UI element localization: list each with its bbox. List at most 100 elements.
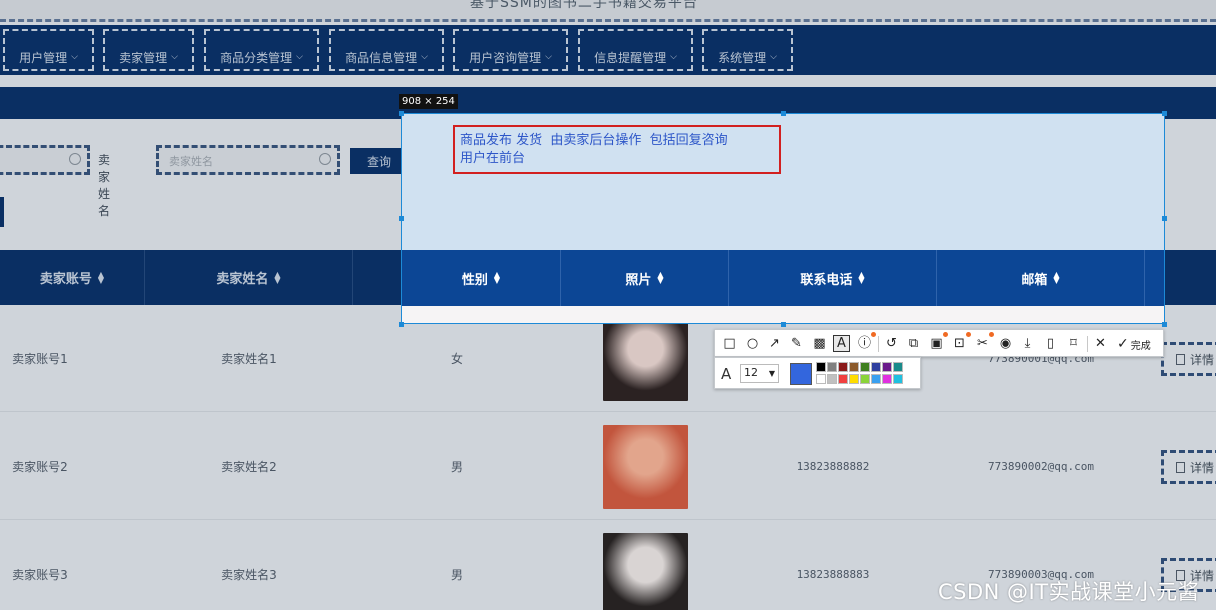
cell-photo [561,521,729,610]
resize-handle[interactable] [399,111,404,116]
search-icon [319,153,331,165]
mosaic-icon[interactable]: ▩ [811,335,828,352]
detail-button[interactable]: 详情 [1161,342,1216,376]
text-icon[interactable]: A [833,335,850,352]
nav-product-management[interactable]: 商品信息管理 ⌵ [329,29,444,71]
nav-system-management[interactable]: 系统管理 ⌵ [702,29,793,71]
resize-handle[interactable] [399,322,404,327]
col-phone[interactable]: 联系电话 ▲ ▼ [729,250,937,306]
arrow-icon[interactable]: ↗ [766,335,783,352]
new-badge [943,332,948,337]
seller-photo [602,532,688,610]
col-seller-account[interactable]: 卖家账号 ▲ ▼ [0,250,145,305]
cell-email: 773890002@qq.com [988,460,1094,473]
app-title: 基于SSM的图书二手书籍交易平台 [470,0,698,11]
cell-account: 卖家账号3 [12,568,68,582]
text-style-bar: A 12 ▼ [714,357,921,389]
nav-reminder-management[interactable]: 信息提醒管理 ⌵ [578,29,693,71]
nav-user-management[interactable]: 用户管理 ⌵ [3,29,94,71]
nav-category-management[interactable]: 商品分类管理 ⌵ [204,29,319,71]
color-swatch[interactable] [871,374,881,384]
col-seller-name[interactable]: 卖家姓名 ▲ ▼ [145,250,353,305]
seller-photo [602,316,688,401]
pin-icon[interactable]: ⧉ [905,335,922,352]
color-swatch[interactable] [827,374,837,384]
seller-name-input[interactable]: 卖家姓名 [156,145,340,175]
nav-label: 用户咨询管理 [469,50,542,65]
search-button[interactable]: 查询 [350,148,408,174]
font-icon: A [721,365,732,383]
long-screenshot-icon[interactable]: ▯ [1042,335,1059,352]
new-badge [871,332,876,337]
col-gender[interactable]: 性别 ▲ ▼ [402,250,561,306]
color-swatch[interactable] [882,374,892,384]
collapsed-button[interactable] [0,197,4,227]
seller-name-label: 卖家姓名 [98,153,111,218]
selection-table-header: 性别 ▲ ▼ 照片 ▲ ▼ 联系电话 ▲ ▼ 邮箱 ▲ ▼ [402,250,1164,306]
nav-label: 商品信息管理 [345,50,418,65]
cell-name: 卖家姓名1 [221,352,277,366]
undo-icon[interactable]: ↺ [883,335,900,352]
ocr-icon[interactable]: ▣ [928,332,948,352]
cell-photo [561,413,729,520]
done-button[interactable]: ✓ 完成 [1117,335,1151,353]
detail-button[interactable]: 详情 [1161,450,1216,484]
nav-seller-management[interactable]: 卖家管理 ⌵ [103,29,194,71]
color-swatch[interactable] [860,374,870,384]
translate-icon[interactable]: ✂ [974,332,994,352]
resize-handle[interactable] [1162,216,1167,221]
col-email[interactable]: 邮箱 ▲ ▼ [937,250,1145,306]
resize-handle[interactable] [1162,111,1167,116]
cell-gender: 男 [450,568,463,582]
new-badge [966,332,971,337]
seller-photo [602,424,688,509]
color-swatch[interactable] [871,362,881,372]
resize-handle[interactable] [1162,322,1167,327]
color-swatch[interactable] [882,362,892,372]
color-swatch[interactable] [849,362,859,372]
color-swatch[interactable] [893,374,903,384]
font-size-select[interactable]: 12 ▼ [740,364,779,383]
sort-icon: ▲ ▼ [858,270,865,285]
chevron-down-icon: ▼ [768,369,775,378]
account-search-input[interactable] [0,145,90,175]
resize-handle[interactable] [399,216,404,221]
selected-color-swatch[interactable] [790,363,812,385]
annotation-box[interactable]: 商品发布 发货 由卖家后台操作 包括回复咨询 用户在前台 [453,125,781,174]
pencil-icon[interactable]: ✎ [788,335,805,352]
chevron-down-icon: ⌵ [71,52,78,62]
close-icon[interactable]: ✕ [1092,335,1109,352]
seller-name-placeholder: 卖家姓名 [169,155,213,168]
detail-label: 详情 [1190,460,1215,475]
color-swatch[interactable] [816,362,826,372]
done-label: 完成 [1130,340,1151,352]
font-size-value: 12 [744,366,758,379]
color-swatch[interactable] [849,374,859,384]
col-photo[interactable]: 照片 ▲ ▼ [561,250,729,306]
nav-consult-management[interactable]: 用户咨询管理 ⌵ [453,29,568,71]
nav-label: 系统管理 [718,50,767,65]
color-swatch[interactable] [838,374,848,384]
bookmark-icon[interactable]: ⌑ [1065,335,1082,352]
resize-handle[interactable] [781,111,786,116]
color-swatch[interactable] [838,362,848,372]
save-icon[interactable]: ⤓ [1019,335,1036,352]
color-swatch[interactable] [893,362,903,372]
ellipse-icon[interactable]: ○ [744,335,761,352]
color-swatch[interactable] [816,374,826,384]
sort-icon: ▲ ▼ [97,269,105,285]
column-label: 性别 [461,272,488,288]
color-swatch[interactable] [827,362,837,372]
search-icon [69,153,81,165]
chevron-down-icon: ⌵ [545,52,552,62]
screenshot-toolbar: □ ○ ↗ ✎ ▩ A ⓘ ↺ ⧉ ▣ ⊡ ✂ ◉ ⤓ ▯ ⌑ ✕ ✓ 完成 [714,329,1164,357]
scan-icon[interactable]: ⊡ [951,332,971,352]
rectangle-icon[interactable]: □ [721,335,738,352]
color-swatch[interactable] [860,362,870,372]
sort-icon: ▲ ▼ [1053,270,1060,285]
chevron-down-icon: ⌵ [171,52,178,62]
record-icon[interactable]: ◉ [997,335,1014,352]
toolbar-divider [1087,336,1088,352]
resize-handle[interactable] [781,322,786,327]
serial-number-icon[interactable]: ⓘ [856,332,876,352]
